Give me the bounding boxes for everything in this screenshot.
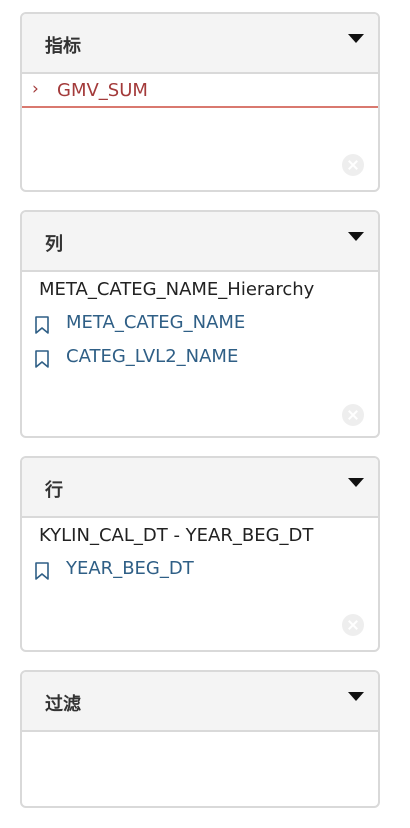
row-hierarchy-group[interactable]: KYLIN_CAL_DT - YEAR_BEG_DT YEAR_BEG_DT xyxy=(22,518,362,596)
columns-panel: 列 META_CATEG_NAME_Hierarchy META_CATEG_N… xyxy=(20,210,380,438)
bookmark-icon xyxy=(35,350,49,368)
row-hierarchy-label: KYLIN_CAL_DT - YEAR_BEG_DT xyxy=(39,525,314,546)
rows-panel-title: 行 xyxy=(45,480,63,501)
caret-down-icon[interactable] xyxy=(348,478,364,487)
rows-panel-header[interactable]: 行 xyxy=(22,458,378,518)
measure-item[interactable]: › GMV_SUM xyxy=(22,74,378,108)
measures-drop-zone[interactable]: › GMV_SUM xyxy=(22,74,378,190)
rows-drop-zone[interactable]: KYLIN_CAL_DT - YEAR_BEG_DT YEAR_BEG_DT xyxy=(22,518,378,650)
column-level-label: META_CATEG_NAME xyxy=(66,312,246,333)
remove-circle-icon[interactable] xyxy=(342,404,364,426)
columns-drop-zone[interactable]: META_CATEG_NAME_Hierarchy META_CATEG_NAM… xyxy=(22,272,378,436)
caret-down-icon[interactable] xyxy=(348,34,364,43)
measures-panel-header[interactable]: 指标 xyxy=(22,14,378,74)
measures-panel: 指标 › GMV_SUM xyxy=(20,12,380,192)
column-hierarchy-group[interactable]: META_CATEG_NAME_Hierarchy META_CATEG_NAM… xyxy=(22,272,362,386)
filter-panel-title: 过滤 xyxy=(45,694,81,715)
caret-down-icon[interactable] xyxy=(348,232,364,241)
chevron-right-icon[interactable]: › xyxy=(32,79,39,99)
measure-item-label: GMV_SUM xyxy=(57,80,148,101)
caret-down-icon[interactable] xyxy=(348,692,364,701)
columns-panel-title: 列 xyxy=(45,234,63,255)
row-level-label: YEAR_BEG_DT xyxy=(66,558,194,579)
bookmark-icon xyxy=(35,562,49,580)
remove-circle-icon[interactable] xyxy=(342,614,364,636)
column-hierarchy-label: META_CATEG_NAME_Hierarchy xyxy=(39,279,315,300)
filter-panel-header[interactable]: 过滤 xyxy=(22,672,378,732)
column-level-label: CATEG_LVL2_NAME xyxy=(66,346,239,367)
columns-panel-header[interactable]: 列 xyxy=(22,212,378,272)
rows-panel: 行 KYLIN_CAL_DT - YEAR_BEG_DT YEAR_BEG_DT xyxy=(20,456,380,652)
measures-panel-title: 指标 xyxy=(45,36,81,57)
remove-circle-icon[interactable] xyxy=(342,154,364,176)
filter-panel: 过滤 xyxy=(20,670,380,808)
bookmark-icon xyxy=(35,316,49,334)
filter-drop-zone[interactable] xyxy=(22,732,378,806)
